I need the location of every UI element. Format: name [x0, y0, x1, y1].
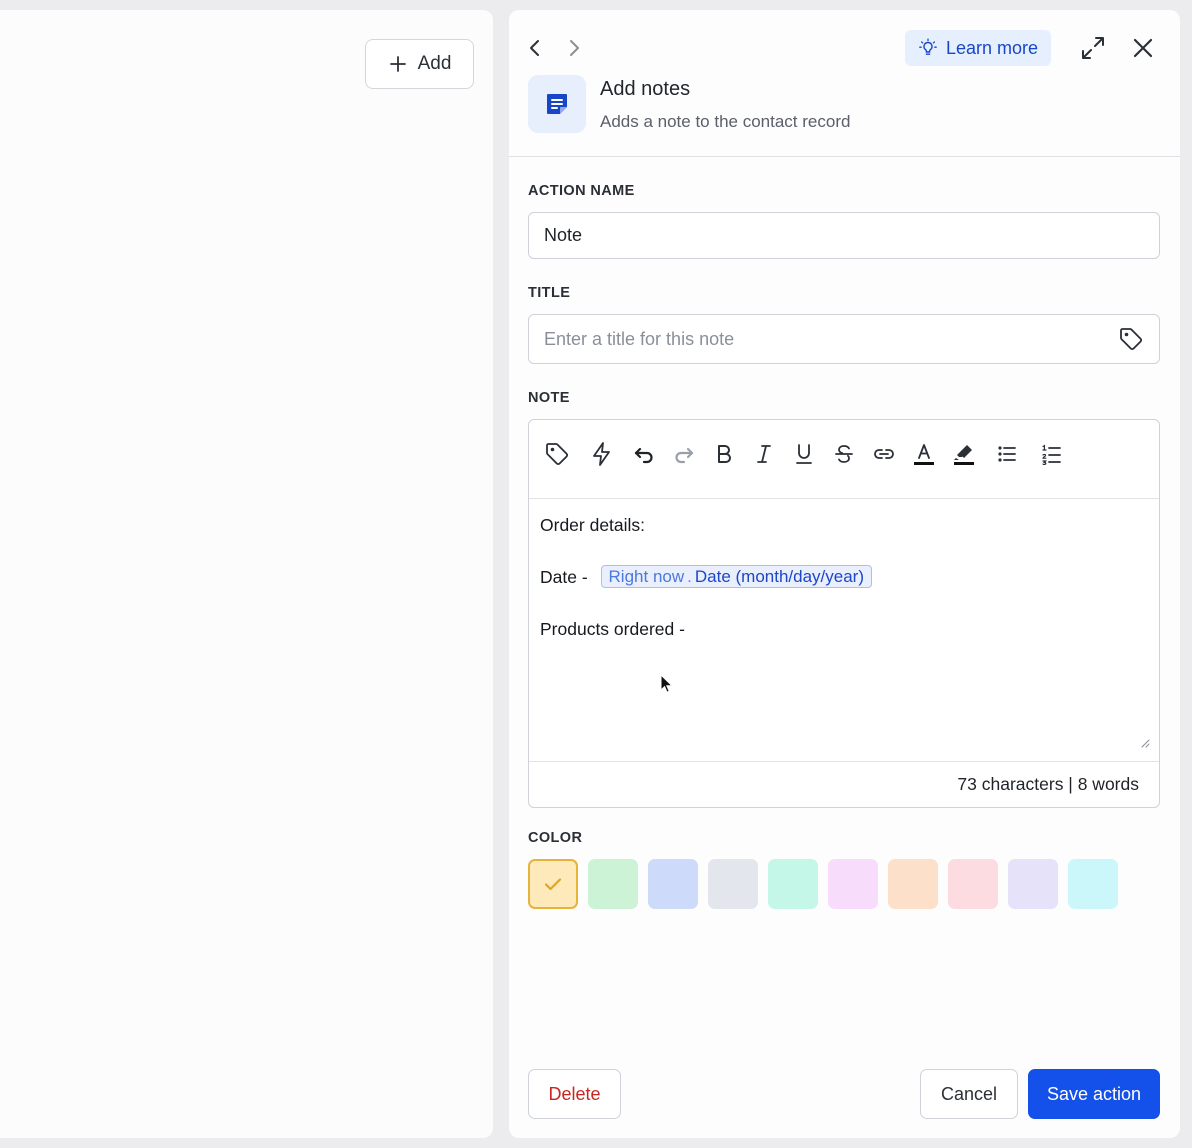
note-icon — [547, 94, 567, 114]
editor-footer-divider — [529, 761, 1159, 762]
bullet-list-icon[interactable] — [994, 441, 1020, 467]
note-line: Date - Right now. Date (month/day/year) — [540, 564, 1147, 590]
highlight-icon[interactable] — [951, 441, 977, 467]
strikethrough-icon[interactable] — [831, 441, 857, 467]
action-name-input[interactable]: Note — [528, 212, 1160, 259]
color-swatch[interactable] — [888, 859, 938, 909]
workflow-canvas: Add — [0, 10, 493, 1138]
tag-icon[interactable] — [1118, 326, 1144, 352]
merge-field-source: Right now — [608, 567, 685, 586]
numbered-list-icon[interactable] — [1039, 441, 1065, 467]
color-swatch[interactable] — [1068, 859, 1118, 909]
note-label: NOTE — [528, 390, 570, 406]
undo-icon[interactable] — [631, 441, 657, 467]
expand-icon[interactable] — [1079, 34, 1107, 62]
merge-field-separator: . — [687, 567, 692, 586]
note-line: Products ordered - — [540, 619, 685, 639]
add-button[interactable]: Add — [365, 39, 474, 89]
color-swatch[interactable] — [1008, 859, 1058, 909]
title-input[interactable]: Enter a title for this note — [528, 314, 1160, 364]
merge-field-tag[interactable]: Right now. Date (month/day/year) — [600, 565, 873, 588]
tag-icon[interactable] — [544, 441, 570, 467]
color-swatch[interactable] — [708, 859, 758, 909]
chevron-left-icon[interactable] — [523, 36, 547, 60]
delete-button[interactable]: Delete — [528, 1069, 621, 1119]
action-settings-panel: Learn more Add notes Adds a note to the … — [509, 10, 1180, 1138]
add-button-label: Add — [417, 53, 452, 74]
action-name-value: Note — [544, 225, 583, 245]
lightning-icon[interactable] — [589, 441, 615, 467]
note-action-icon — [528, 75, 586, 133]
action-name-label: ACTION NAME — [528, 183, 635, 199]
color-swatch[interactable] — [768, 859, 818, 909]
close-icon[interactable] — [1129, 34, 1157, 62]
cancel-button[interactable]: Cancel — [920, 1069, 1018, 1119]
color-swatch[interactable] — [828, 859, 878, 909]
lightbulb-icon — [919, 38, 937, 55]
color-swatch[interactable] — [648, 859, 698, 909]
note-editor-content[interactable]: Order details: Date - Right now. Date (mo… — [540, 512, 1147, 642]
chevron-right-icon[interactable] — [562, 36, 586, 60]
color-swatch[interactable] — [588, 859, 638, 909]
plus-icon — [389, 56, 406, 72]
resize-handle-icon[interactable] — [1138, 736, 1150, 748]
link-icon[interactable] — [871, 441, 897, 467]
text-color-icon[interactable] — [911, 441, 937, 467]
save-action-button[interactable]: Save action — [1028, 1069, 1160, 1119]
action-title: Add notes — [600, 78, 691, 100]
color-swatch[interactable] — [948, 859, 998, 909]
redo-icon[interactable] — [671, 441, 697, 467]
mouse-cursor-icon — [660, 674, 672, 693]
underline-icon[interactable] — [791, 441, 817, 467]
learn-more-link[interactable]: Learn more — [905, 30, 1051, 66]
merge-field-name: Date (month/day/year) — [694, 567, 865, 586]
color-label: COLOR — [528, 830, 583, 846]
note-line-prefix: Date - — [540, 567, 588, 587]
color-swatch[interactable] — [528, 859, 578, 909]
action-description: Adds a note to the contact record — [600, 112, 851, 131]
check-icon — [544, 878, 562, 891]
italic-icon[interactable] — [751, 441, 777, 467]
note-editor[interactable]: Order details: Date - Right now. Date (mo… — [528, 419, 1160, 808]
learn-more-label: Learn more — [945, 37, 1039, 58]
title-label: TITLE — [528, 285, 571, 301]
header-divider — [509, 156, 1180, 157]
editor-toolbar — [529, 420, 1159, 499]
note-line: Order details: — [540, 515, 646, 535]
bold-icon[interactable] — [711, 441, 737, 467]
character-word-counter: 73 characters | 8 words — [957, 774, 1139, 794]
title-placeholder: Enter a title for this note — [544, 328, 735, 349]
